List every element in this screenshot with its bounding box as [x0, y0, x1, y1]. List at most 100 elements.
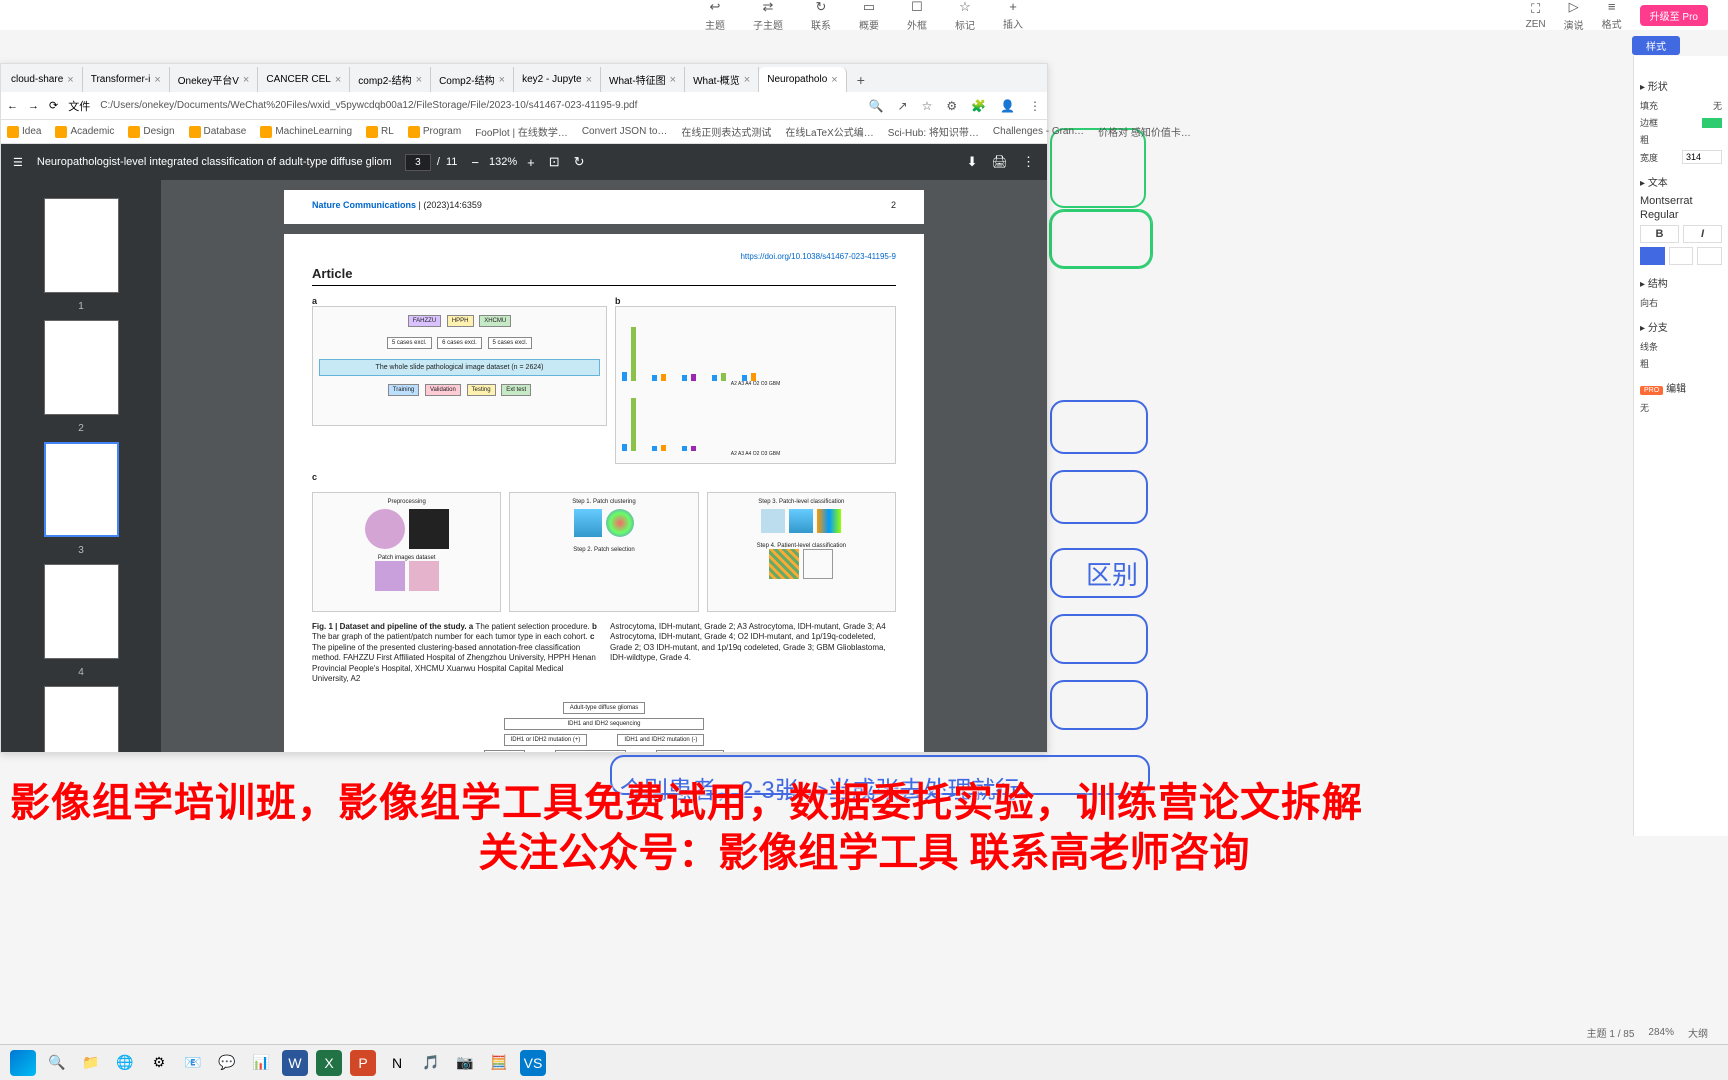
fit-icon[interactable]: ⊡ [549, 154, 560, 170]
browser-tab[interactable]: comp2-结构× [350, 67, 431, 92]
sidebar-toggle-icon[interactable]: ☰ [13, 156, 23, 169]
style-tab[interactable]: 样式 [1632, 36, 1680, 55]
align-right-button[interactable] [1697, 247, 1722, 265]
bookmark-item[interactable]: Program [408, 126, 461, 138]
tool-link[interactable]: ↻联系 [811, 0, 831, 32]
canvas-node-blue[interactable] [1050, 470, 1148, 524]
bookmark-item[interactable]: Challenges - Gran… [993, 126, 1084, 137]
font-family[interactable]: Montserrat [1640, 195, 1722, 207]
tool-marker[interactable]: ☆标记 [955, 0, 975, 32]
browser-tab[interactable]: Comp2-结构× [431, 67, 514, 92]
search-icon[interactable]: 🔍 [869, 99, 884, 113]
taskbar-app[interactable]: X [316, 1050, 342, 1076]
rotate-icon[interactable]: ↻ [574, 154, 585, 170]
taskbar-app[interactable]: VS [520, 1050, 546, 1076]
new-tab-button[interactable]: + [847, 68, 875, 92]
thumbnail[interactable] [44, 320, 119, 415]
close-icon[interactable]: × [335, 74, 341, 86]
bookmark-item[interactable]: MachineLearning [260, 126, 352, 138]
forward-button[interactable]: → [28, 100, 39, 112]
extensions-icon[interactable]: 🧩 [971, 99, 986, 113]
bookmark-item[interactable]: RL [366, 126, 394, 138]
taskbar-app[interactable]: 📊 [248, 1050, 274, 1076]
bookmark-item[interactable]: 价格对 感知价值卡… [1098, 124, 1191, 139]
close-icon[interactable]: × [670, 74, 676, 86]
star-icon[interactable]: ☆ [922, 99, 933, 113]
bookmark-item[interactable]: 在线LaTeX公式编… [785, 124, 873, 139]
doi-link[interactable]: https://doi.org/10.1038/s41467-023-41195… [740, 252, 896, 281]
thumbnail-panel[interactable]: 1 2 3 4 5 [1, 180, 161, 752]
bookmark-item[interactable]: Academic [55, 126, 114, 138]
bookmark-item[interactable]: 在线正则表达式测试 [681, 124, 771, 139]
align-left-button[interactable] [1640, 247, 1665, 265]
italic-button[interactable]: I [1683, 225, 1722, 243]
taskbar-app[interactable]: 📷 [452, 1050, 478, 1076]
taskbar-app[interactable]: 💬 [214, 1050, 240, 1076]
browser-tab[interactable]: cloud-share× [3, 67, 83, 92]
pdf-menu-button[interactable]: ⋮ [1022, 154, 1035, 170]
upgrade-pro-button[interactable]: 升级至 Pro [1640, 5, 1708, 26]
thumbnail-selected[interactable] [44, 442, 119, 537]
bookmark-item[interactable]: Database [189, 126, 247, 138]
browser-tab[interactable]: What-概览× [685, 67, 759, 92]
url-input[interactable]: C:/Users/onekey/Documents/WeChat%20Files… [100, 100, 858, 111]
bold-button[interactable]: B [1640, 225, 1679, 243]
tool-insert[interactable]: +插入 [1003, 0, 1023, 32]
menu-icon[interactable]: ⋮ [1029, 99, 1041, 113]
zoom-in-button[interactable]: + [527, 155, 535, 170]
bookmark-item[interactable]: FooPlot | 在线数学… [475, 124, 568, 139]
close-icon[interactable]: × [831, 74, 837, 86]
download-button[interactable]: ⬇ [967, 154, 978, 170]
canvas-node-text[interactable]: 区别 [1050, 548, 1148, 598]
bookmark-item[interactable]: Design [128, 126, 174, 138]
gear-icon[interactable]: ⚙ [946, 99, 957, 113]
tool-present[interactable]: ▷演说 [1564, 0, 1584, 32]
taskbar-app[interactable]: 🌐 [112, 1050, 138, 1076]
width-input[interactable] [1682, 150, 1722, 164]
bookmark-item[interactable]: Idea [7, 126, 41, 138]
taskbar-app[interactable]: 🧮 [486, 1050, 512, 1076]
taskbar-app[interactable]: 📧 [180, 1050, 206, 1076]
taskbar-app[interactable]: 🎵 [418, 1050, 444, 1076]
close-icon[interactable]: × [416, 74, 422, 86]
stroke-swatch[interactable] [1702, 118, 1722, 128]
close-icon[interactable]: × [67, 74, 73, 86]
fill-value[interactable]: 无 [1713, 99, 1722, 112]
tool-theme[interactable]: ↩主题 [705, 0, 725, 32]
canvas-node-blue[interactable] [1050, 614, 1148, 664]
thumbnail[interactable] [44, 564, 119, 659]
taskbar-app[interactable]: ⚙ [146, 1050, 172, 1076]
outline-toggle[interactable]: 大纲 [1688, 1025, 1708, 1040]
bookmark-item[interactable]: Convert JSON to… [582, 126, 668, 137]
tool-subtheme[interactable]: ⇄子主题 [753, 0, 783, 32]
close-icon[interactable]: × [154, 74, 160, 86]
taskbar-app[interactable]: 🔍 [44, 1050, 70, 1076]
close-icon[interactable]: × [744, 74, 750, 86]
browser-tab-active[interactable]: Neuropatholo× [759, 67, 846, 92]
zoom-out-button[interactable]: − [471, 155, 479, 170]
bookmark-item[interactable]: Sci-Hub: 将知识带… [888, 124, 979, 139]
close-icon[interactable]: × [499, 74, 505, 86]
tool-zen[interactable]: ⛶ZEN [1526, 1, 1546, 30]
browser-tab[interactable]: What-特征图× [601, 67, 685, 92]
canvas-node-blue[interactable] [1050, 680, 1148, 730]
canvas-node-selected[interactable] [1050, 210, 1152, 268]
font-weight[interactable]: Regular [1640, 209, 1722, 221]
zoom-status[interactable]: 284% [1648, 1027, 1674, 1038]
browser-tab[interactable]: Onekey平台V× [170, 67, 259, 92]
reload-button[interactable]: ⟳ [49, 99, 58, 112]
share-icon[interactable]: ↗ [898, 99, 908, 113]
canvas-node[interactable] [1050, 128, 1146, 208]
close-icon[interactable]: × [243, 74, 249, 86]
pdf-content[interactable]: Nature Communications | (2023)14:6359 2 … [161, 180, 1047, 752]
taskbar-app[interactable]: 📁 [78, 1050, 104, 1076]
thumbnail[interactable] [44, 198, 119, 293]
align-center-button[interactable] [1669, 247, 1694, 265]
profile-icon[interactable]: 👤 [1000, 99, 1015, 113]
page-input[interactable] [405, 154, 431, 171]
thumbnail[interactable] [44, 686, 119, 752]
start-button[interactable] [10, 1050, 36, 1076]
taskbar-app[interactable]: N [384, 1050, 410, 1076]
close-icon[interactable]: × [586, 74, 592, 86]
browser-tab[interactable]: CANCER CEL× [258, 67, 350, 92]
